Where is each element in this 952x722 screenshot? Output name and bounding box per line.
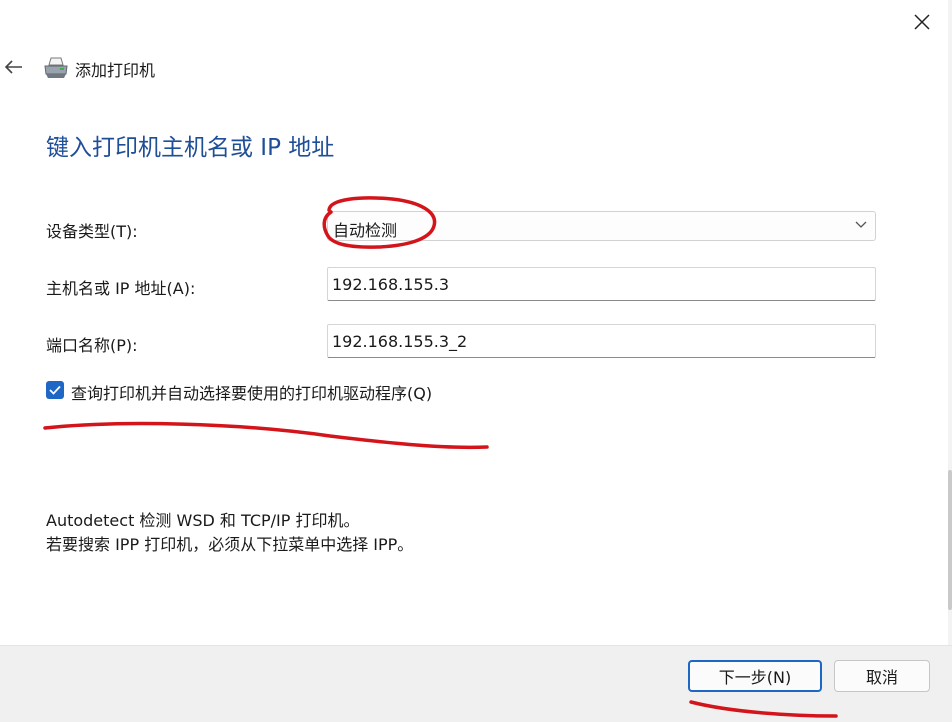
chevron-down-icon [855, 221, 867, 228]
query-printer-checkbox[interactable] [46, 381, 64, 399]
annotation-underline-checkbox [43, 421, 489, 450]
help-text-line-1: Autodetect 检测 WSD 和 TCP/IP 打印机。 [46, 511, 360, 530]
query-printer-label[interactable]: 查询打印机并自动选择要使用的打印机驱动程序(Q) [71, 380, 432, 404]
device-type-value: 自动检测 [333, 221, 398, 240]
hostname-input[interactable] [327, 267, 876, 301]
scrollbar-thumb[interactable] [948, 470, 952, 610]
checkmark-icon [49, 385, 61, 395]
device-type-label: 设备类型(T): [46, 222, 138, 241]
hostname-label: 主机名或 IP 地址(A): [46, 279, 196, 298]
help-text-line-2: 若要搜索 IPP 打印机，必须从下拉菜单中选择 IPP。 [46, 535, 414, 554]
back-button[interactable] [0, 52, 26, 82]
close-icon [914, 14, 930, 30]
port-name-input[interactable] [327, 324, 876, 358]
window-title: 添加打印机 [75, 61, 156, 80]
red-annotation-overlay [43, 196, 838, 718]
add-printer-dialog: 添加打印机 键入打印机主机名或 IP 地址 设备类型(T): 自动检测 主机名或… [0, 0, 952, 722]
back-arrow-icon [4, 60, 22, 74]
device-type-select[interactable]: 自动检测 [327, 211, 876, 241]
printer-icon [44, 57, 68, 78]
page-title: 键入打印机主机名或 IP 地址 [46, 135, 335, 161]
cancel-button[interactable]: 取消 [834, 660, 930, 692]
port-name-label: 端口名称(P): [46, 336, 138, 355]
close-button[interactable] [900, 6, 944, 38]
next-button[interactable]: 下一步(N) [688, 660, 822, 692]
